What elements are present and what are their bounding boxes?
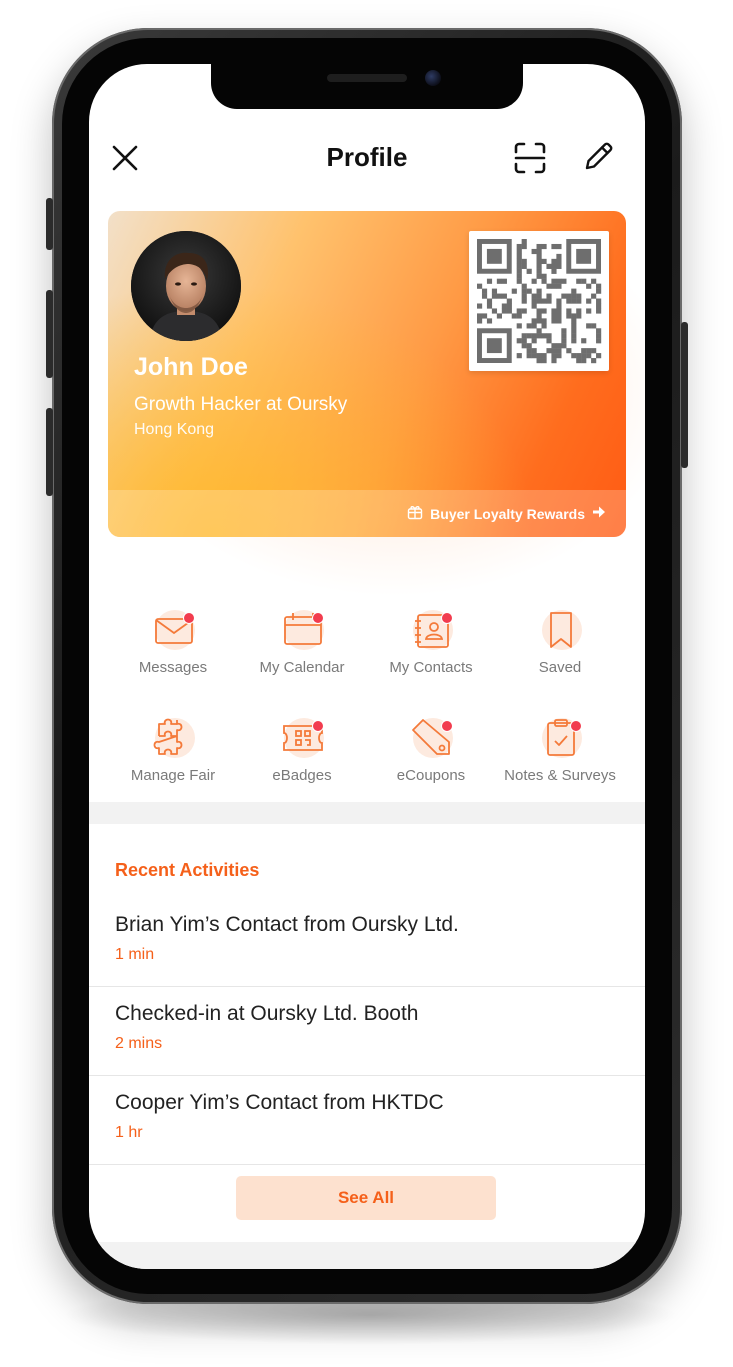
menu-item-manage-fair[interactable]: Manage Fair <box>107 716 239 796</box>
gift-icon <box>407 504 423 523</box>
notification-dot <box>312 612 324 624</box>
bottom-band <box>89 1242 645 1269</box>
notification-dot <box>570 720 582 732</box>
rewards-label: Buyer Loyalty Rewards <box>430 505 585 522</box>
avatar <box>131 231 241 341</box>
profile-job-title: Growth Hacker at Oursky <box>134 394 348 415</box>
row-divider <box>89 986 645 987</box>
activity-time: 1 hr <box>115 1124 143 1141</box>
pencil-icon[interactable] <box>583 140 615 172</box>
menu-label: Saved <box>538 659 582 676</box>
puzzle-icon <box>153 718 183 755</box>
notch <box>211 64 523 109</box>
menu-item-messages[interactable]: Messages <box>107 608 239 688</box>
mute-switch <box>46 198 53 250</box>
menu-item-ebadges[interactable]: eBadges <box>236 716 368 796</box>
section-divider <box>89 802 645 824</box>
activity-item[interactable]: Brian Yim’s Contact from Oursky Ltd. 1 m… <box>89 913 645 1002</box>
power-button <box>681 322 688 468</box>
profile-card[interactable]: John Doe Growth Hacker at Oursky Hong Ko… <box>108 211 626 537</box>
phone-screen: Profile John Doe Growth Hacker at Oursky… <box>89 64 645 1269</box>
menu-item-saved[interactable]: Saved <box>494 608 626 688</box>
row-divider <box>89 1075 645 1076</box>
bookmark-icon <box>550 612 572 648</box>
menu-item-my-calendar[interactable]: My Calendar <box>236 608 368 688</box>
activity-item[interactable]: Checked-in at Oursky Ltd. Booth 2 mins <box>89 1002 645 1091</box>
notification-dot <box>441 720 453 732</box>
activity-time: 1 min <box>115 946 155 963</box>
page-title: Profile <box>326 142 408 172</box>
volume-up-button <box>46 290 53 378</box>
activity-text: Checked-in at Oursky Ltd. Booth <box>115 1002 419 1025</box>
see-all-button[interactable]: See All <box>236 1176 496 1220</box>
notification-dot <box>183 612 195 624</box>
activity-time: 2 mins <box>115 1035 163 1052</box>
qr-code[interactable] <box>469 231 609 371</box>
rewards-link[interactable]: Buyer Loyalty Rewards <box>407 504 606 523</box>
front-camera <box>425 70 441 86</box>
notification-dot <box>312 720 324 732</box>
arrow-right-icon <box>592 505 606 522</box>
profile-name: John Doe <box>134 353 248 381</box>
card-footer: Buyer Loyalty Rewards <box>108 490 626 537</box>
menu-item-ecoupons[interactable]: eCoupons <box>365 716 497 796</box>
activity-item[interactable]: Cooper Yim’s Contact from HKTDC 1 hr <box>89 1091 645 1180</box>
menu-item-notes-surveys[interactable]: Notes & Surveys <box>494 716 626 796</box>
volume-down-button <box>46 408 53 496</box>
notification-dot <box>441 612 453 624</box>
activity-text: Cooper Yim’s Contact from HKTDC <box>115 1091 444 1114</box>
activity-text: Brian Yim’s Contact from Oursky Ltd. <box>115 913 459 936</box>
menu-item-my-contacts[interactable]: My Contacts <box>365 608 497 688</box>
scan-icon[interactable] <box>514 142 546 174</box>
menu-label: Notes & Surveys <box>504 767 616 784</box>
speaker-grille <box>327 74 407 82</box>
recent-activities-title: Recent Activities <box>115 860 260 880</box>
row-divider <box>89 1164 645 1165</box>
profile-location: Hong Kong <box>134 421 215 438</box>
